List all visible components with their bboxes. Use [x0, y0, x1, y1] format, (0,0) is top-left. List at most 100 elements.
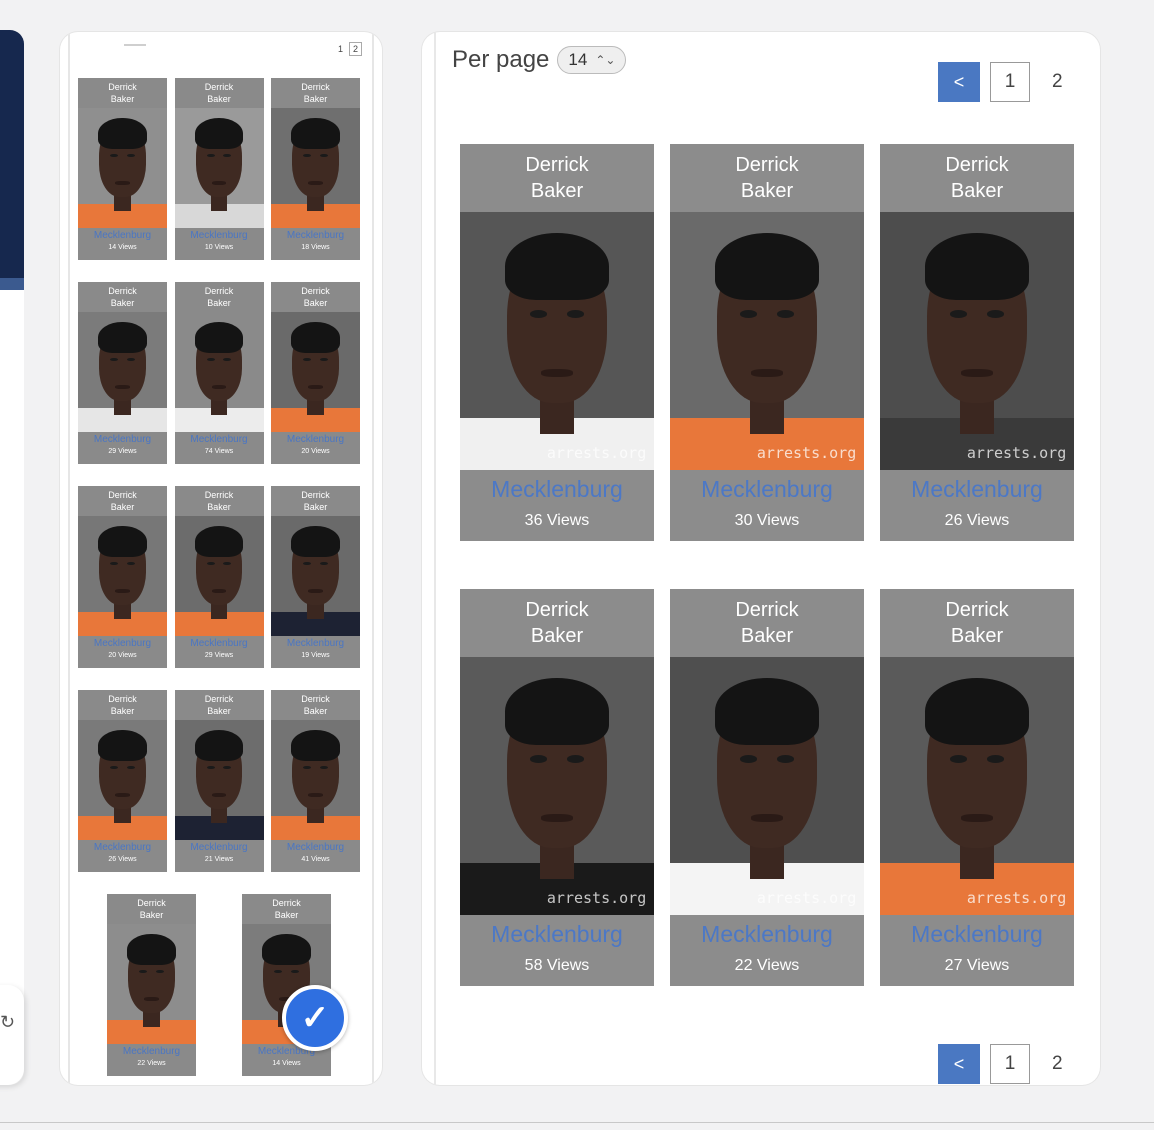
page-1-button[interactable]: 1 [990, 62, 1030, 102]
thumb-page-2[interactable]: 2 [348, 42, 362, 56]
thumbnail-card[interactable]: Derrick Baker Mecklenburg 18 Views [271, 78, 360, 260]
thumb-photo[interactable] [174, 108, 264, 228]
thumbnail-card[interactable]: Derrick Baker Mecklenburg 14 Views [78, 78, 167, 260]
panel-edge [372, 32, 374, 1085]
scroll-handle[interactable] [124, 44, 146, 46]
thumb-county-link[interactable]: Mecklenburg [190, 434, 247, 445]
mouth [308, 181, 323, 185]
thumbnail-card[interactable]: Derrick Baker Mecklenburg 22 Views [107, 894, 196, 1076]
mugshot-photo[interactable]: arrests.org [460, 212, 654, 470]
thumb-county-link[interactable]: Mecklenburg [190, 230, 247, 241]
thumb-photo[interactable] [271, 516, 360, 636]
thumb-county-link[interactable]: Mecklenburg [94, 434, 151, 445]
hair [98, 525, 147, 557]
thumb-county-link[interactable]: Mecklenburg [94, 638, 151, 649]
result-card[interactable]: Derrick Baker arrests.org Mecklenburg 26 Vie… [880, 144, 1074, 541]
prev-page-button[interactable]: < [938, 1044, 980, 1084]
thumbnail-card[interactable]: Derrick Baker Mecklenburg 21 Views [174, 690, 264, 872]
mugshot-photo[interactable]: arrests.org [880, 657, 1074, 915]
thumb-photo[interactable] [174, 516, 264, 636]
checkmark-icon[interactable]: ✓ [282, 985, 348, 1051]
neck [307, 194, 324, 212]
county-link[interactable]: Mecklenburg [701, 476, 833, 503]
result-card[interactable]: Derrick Baker arrests.org Mecklenburg 58 Vie… [460, 589, 654, 986]
thumb-pagination[interactable]: 1 2 [338, 42, 362, 56]
result-card[interactable]: Derrick Baker arrests.org Mecklenburg 27 Vie… [880, 589, 1074, 986]
updown-chevron-icon: ⌃⌄ [595, 53, 616, 67]
thumb-photo[interactable] [78, 516, 167, 636]
thumbnail-card[interactable]: Derrick Baker Mecklenburg 29 Views [174, 486, 264, 668]
thumb-photo[interactable] [78, 720, 167, 840]
thumb-photo[interactable] [271, 720, 360, 840]
result-card[interactable]: Derrick Baker arrests.org Mecklenburg 36 Vie… [460, 144, 654, 541]
thumb-county-link[interactable]: Mecklenburg [123, 1046, 180, 1057]
mugshot-photo[interactable]: arrests.org [880, 212, 1074, 470]
mouth [751, 814, 783, 823]
thumbnail-row: Derrick Baker Mecklenburg 29 Views Derrick … [78, 282, 360, 464]
thumbnail-card[interactable]: Derrick Baker Mecklenburg 41 Views [271, 690, 360, 872]
thumb-views: 20 Views [108, 652, 137, 659]
page-1-button[interactable]: 1 [990, 1044, 1030, 1084]
mugshot-photo[interactable]: arrests.org [670, 212, 864, 470]
thumbnail-panel[interactable]: 1 2 Derrick Baker Mecklenburg 14 Views Derr… [60, 32, 382, 1085]
thumb-photo[interactable] [78, 108, 167, 228]
thumb-photo[interactable] [107, 924, 196, 1044]
thumb-county-link[interactable]: Mecklenburg [190, 842, 247, 853]
county-link[interactable]: Mecklenburg [491, 921, 623, 948]
thumbnail-card[interactable]: Derrick Baker Mecklenburg 26 Views [78, 690, 167, 872]
result-card[interactable]: Derrick Baker arrests.org Mecklenburg 22 Vie… [670, 589, 864, 986]
thumb-name: Derrick Baker [301, 286, 330, 308]
left-eye [303, 357, 312, 362]
side-action-bubble[interactable] [0, 985, 24, 1085]
thumb-county-link[interactable]: Mecklenburg [94, 230, 151, 241]
thumbnail-card[interactable]: Derrick Baker Mecklenburg 20 Views [78, 486, 167, 668]
thumb-county-link[interactable]: Mecklenburg [287, 434, 344, 445]
county-link[interactable]: Mecklenburg [911, 921, 1043, 948]
refresh-icon[interactable]: ↻ [0, 1012, 15, 1033]
thumbnail-card[interactable]: Derrick Baker Mecklenburg 19 Views [271, 486, 360, 668]
thumb-county-link[interactable]: Mecklenburg [287, 230, 344, 241]
county-link[interactable]: Mecklenburg [701, 921, 833, 948]
neck [307, 398, 324, 416]
view-count: 30 Views [734, 512, 800, 529]
thumb-county-link[interactable]: Mecklenburg [190, 638, 247, 649]
left-eye [206, 765, 215, 770]
thumb-county-link[interactable]: Mecklenburg [94, 842, 151, 853]
thumbnail-card[interactable]: Derrick Baker Mecklenburg 74 Views [174, 282, 264, 464]
mouth [308, 589, 323, 593]
left-eye [303, 765, 312, 770]
thumb-county-link[interactable]: Mecklenburg [287, 638, 344, 649]
thumb-photo[interactable] [78, 312, 167, 432]
thumb-name: Derrick Baker [108, 286, 137, 308]
mouth [308, 385, 323, 389]
right-eye [776, 755, 795, 763]
county-link[interactable]: Mecklenburg [491, 476, 623, 503]
thumbnail-card[interactable]: Derrick Baker Mecklenburg 10 Views [174, 78, 264, 260]
thumb-county-link[interactable]: Mecklenburg [287, 842, 344, 853]
thumb-photo[interactable] [174, 312, 264, 432]
left-eye [110, 765, 119, 770]
page-2-link[interactable]: 2 [1052, 71, 1063, 93]
thumbnail-card[interactable]: Derrick Baker Mecklenburg 20 Views [271, 282, 360, 464]
neck [307, 806, 324, 824]
right-eye [319, 561, 328, 566]
neck [210, 806, 227, 824]
thumb-photo[interactable] [271, 312, 360, 432]
last-name: Baker [740, 625, 794, 647]
thumbnail-card[interactable]: Derrick Baker Mecklenburg 29 Views [78, 282, 167, 464]
last-name: Baker [530, 180, 584, 202]
hair [291, 321, 340, 353]
mugshot-photo[interactable]: arrests.org [460, 657, 654, 915]
thumb-page-1[interactable]: 1 [338, 44, 343, 54]
prev-page-button[interactable]: < [938, 62, 980, 102]
mugshot-photo[interactable]: arrests.org [670, 657, 864, 915]
result-card[interactable]: Derrick Baker arrests.org Mecklenburg 30 Vie… [670, 144, 864, 541]
thumb-photo[interactable] [174, 720, 264, 840]
page-2-link[interactable]: 2 [1052, 1053, 1063, 1075]
right-eye [566, 310, 585, 318]
per-page-select[interactable]: 14 ⌃⌄ [557, 46, 627, 74]
hair [924, 677, 1030, 745]
county-link[interactable]: Mecklenburg [911, 476, 1043, 503]
thumb-photo[interactable] [271, 108, 360, 228]
thumb-views: 10 Views [204, 244, 234, 251]
